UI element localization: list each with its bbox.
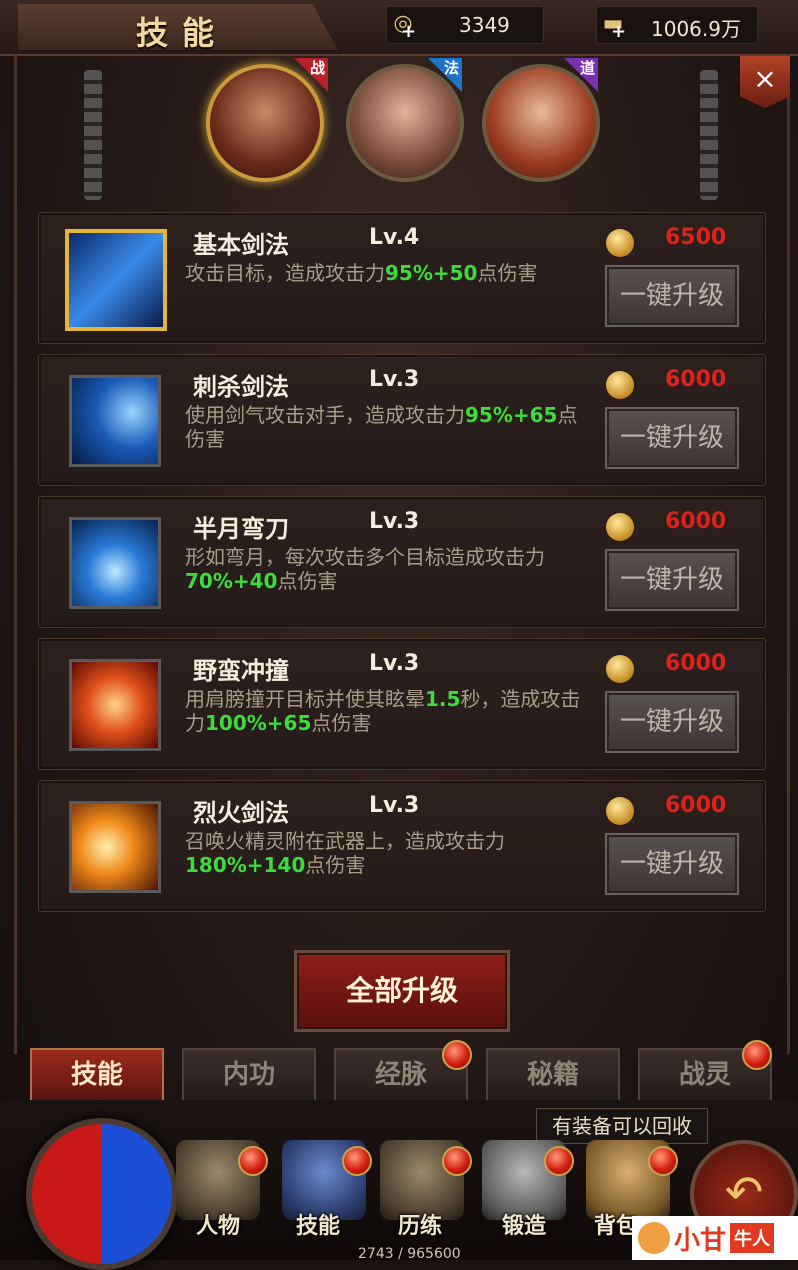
- skill-description: 形如弯月，每次攻击多个目标造成攻击力70%+40点伤害: [185, 545, 545, 593]
- chain-decoration-left: [84, 70, 102, 200]
- skill-level: Lv.4: [369, 225, 420, 250]
- chain-decoration-right: [700, 70, 718, 200]
- skill-name: 刺杀剑法: [193, 373, 289, 401]
- skill-cost: 6000: [665, 509, 727, 534]
- gold-coin-icon: [606, 797, 634, 825]
- notification-dot-icon: [442, 1146, 472, 1176]
- hp-mp-orb-icon: [26, 1118, 178, 1270]
- notification-dot-icon: [238, 1146, 268, 1176]
- skill-row[interactable]: 野蛮冲撞 Lv.3 用肩膀撞开目标并使其眩晕1.5秒，造成攻击力100%+65点…: [38, 638, 766, 770]
- gold-coin-icon: [606, 513, 634, 541]
- nav-character-label[interactable]: 人物: [168, 1208, 268, 1240]
- skill-level: Lv.3: [369, 793, 420, 818]
- upgrade-all-button[interactable]: 全部升级: [294, 950, 510, 1032]
- tab-skills[interactable]: 技能: [30, 1048, 164, 1102]
- skill-row[interactable]: 烈火剑法 Lv.3 召唤火精灵附在武器上，造成攻击力180%+140点伤害 60…: [38, 780, 766, 912]
- skill-description: 攻击目标，造成攻击力95%+50点伤害: [185, 261, 538, 285]
- notification-dot-icon: [742, 1040, 772, 1070]
- skill-cost: 6000: [665, 793, 727, 818]
- flame-sword-skill-icon[interactable]: [69, 801, 161, 893]
- skill-level: Lv.3: [369, 651, 420, 676]
- cat-logo-icon: [638, 1222, 670, 1254]
- recycle-tooltip: 有装备可以回收: [536, 1108, 708, 1144]
- nav-forge-label[interactable]: 锻造: [474, 1208, 574, 1240]
- notification-dot-icon: [648, 1146, 678, 1176]
- skill-description: 召唤火精灵附在武器上，造成攻击力180%+140点伤害: [185, 829, 505, 877]
- skill-row[interactable]: 刺杀剑法 Lv.3 使用剑气攻击对手，造成攻击力95%+65点伤害 6000 一…: [38, 354, 766, 486]
- notification-dot-icon: [342, 1146, 372, 1176]
- one-click-upgrade-button[interactable]: 一键升级: [605, 407, 739, 469]
- gold-ingot-plus-icon[interactable]: ▬ +: [591, 3, 635, 43]
- skill-row[interactable]: 半月弯刀 Lv.3 形如弯月，每次攻击多个目标造成攻击力70%+40点伤害 60…: [38, 496, 766, 628]
- coin-plus-icon[interactable]: ◎ +: [381, 3, 425, 43]
- one-click-upgrade-button[interactable]: 一键升级: [605, 265, 739, 327]
- skill-level: Lv.3: [369, 509, 420, 534]
- watermark-logo: 小甘 牛人: [632, 1216, 798, 1260]
- one-click-upgrade-button[interactable]: 一键升级: [605, 833, 739, 895]
- skill-name: 半月弯刀: [193, 515, 289, 543]
- avatar-taoist[interactable]: [482, 64, 600, 182]
- notification-dot-icon: [442, 1040, 472, 1070]
- skill-level: Lv.3: [369, 367, 420, 392]
- gold-currency[interactable]: ▬ + 1006.9万: [596, 6, 758, 44]
- skill-cost: 6000: [665, 367, 727, 392]
- page-title: 技能: [136, 14, 229, 52]
- one-click-upgrade-button[interactable]: 一键升级: [605, 691, 739, 753]
- tab-inner-power[interactable]: 内功: [182, 1048, 316, 1102]
- close-icon: ×: [753, 62, 777, 95]
- charge-skill-icon[interactable]: [69, 659, 161, 751]
- game-screen: 技能 ◎ + 3349 ▬ + 1006.9万 × 战 法 道 基本剑法 Lv.4 …: [0, 0, 798, 1270]
- watermark-badge: 牛人: [730, 1223, 775, 1253]
- half-moon-skill-icon[interactable]: [69, 517, 161, 609]
- skill-name: 野蛮冲撞: [193, 657, 289, 685]
- back-arrow-icon: ↶: [724, 1165, 764, 1219]
- avatar-warrior[interactable]: [206, 64, 324, 182]
- tab-secret-books[interactable]: 秘籍: [486, 1048, 620, 1102]
- avatar-mage[interactable]: [346, 64, 464, 182]
- skill-cost: 6500: [665, 225, 727, 250]
- skill-cost: 6000: [665, 651, 727, 676]
- gold-coin-icon: [606, 371, 634, 399]
- copper-value: 3349: [459, 13, 510, 37]
- top-bar: 技能 ◎ + 3349 ▬ + 1006.9万: [0, 0, 798, 56]
- nav-training-label[interactable]: 历练: [370, 1208, 470, 1240]
- skill-name: 烈火剑法: [193, 799, 289, 827]
- thrust-skill-icon[interactable]: [69, 375, 161, 467]
- skill-description: 使用剑气攻击对手，造成攻击力95%+65点伤害: [185, 403, 578, 451]
- watermark-text: 小甘: [674, 1225, 727, 1256]
- copper-currency[interactable]: ◎ + 3349: [386, 6, 544, 44]
- gold-coin-icon: [606, 229, 634, 257]
- notification-dot-icon: [544, 1146, 574, 1176]
- one-click-upgrade-button[interactable]: 一键升级: [605, 549, 739, 611]
- gold-value: 1006.9万: [651, 17, 741, 41]
- nav-skills-label[interactable]: 技能: [268, 1208, 368, 1240]
- gold-coin-icon: [606, 655, 634, 683]
- skill-name: 基本剑法: [193, 231, 289, 259]
- skill-description: 用肩膀撞开目标并使其眩晕1.5秒，造成攻击力100%+65点伤害: [185, 687, 581, 735]
- skill-row[interactable]: 基本剑法 Lv.4 攻击目标，造成攻击力95%+50点伤害 6500 一键升级: [38, 212, 766, 344]
- sword-skill-icon[interactable]: [65, 229, 167, 331]
